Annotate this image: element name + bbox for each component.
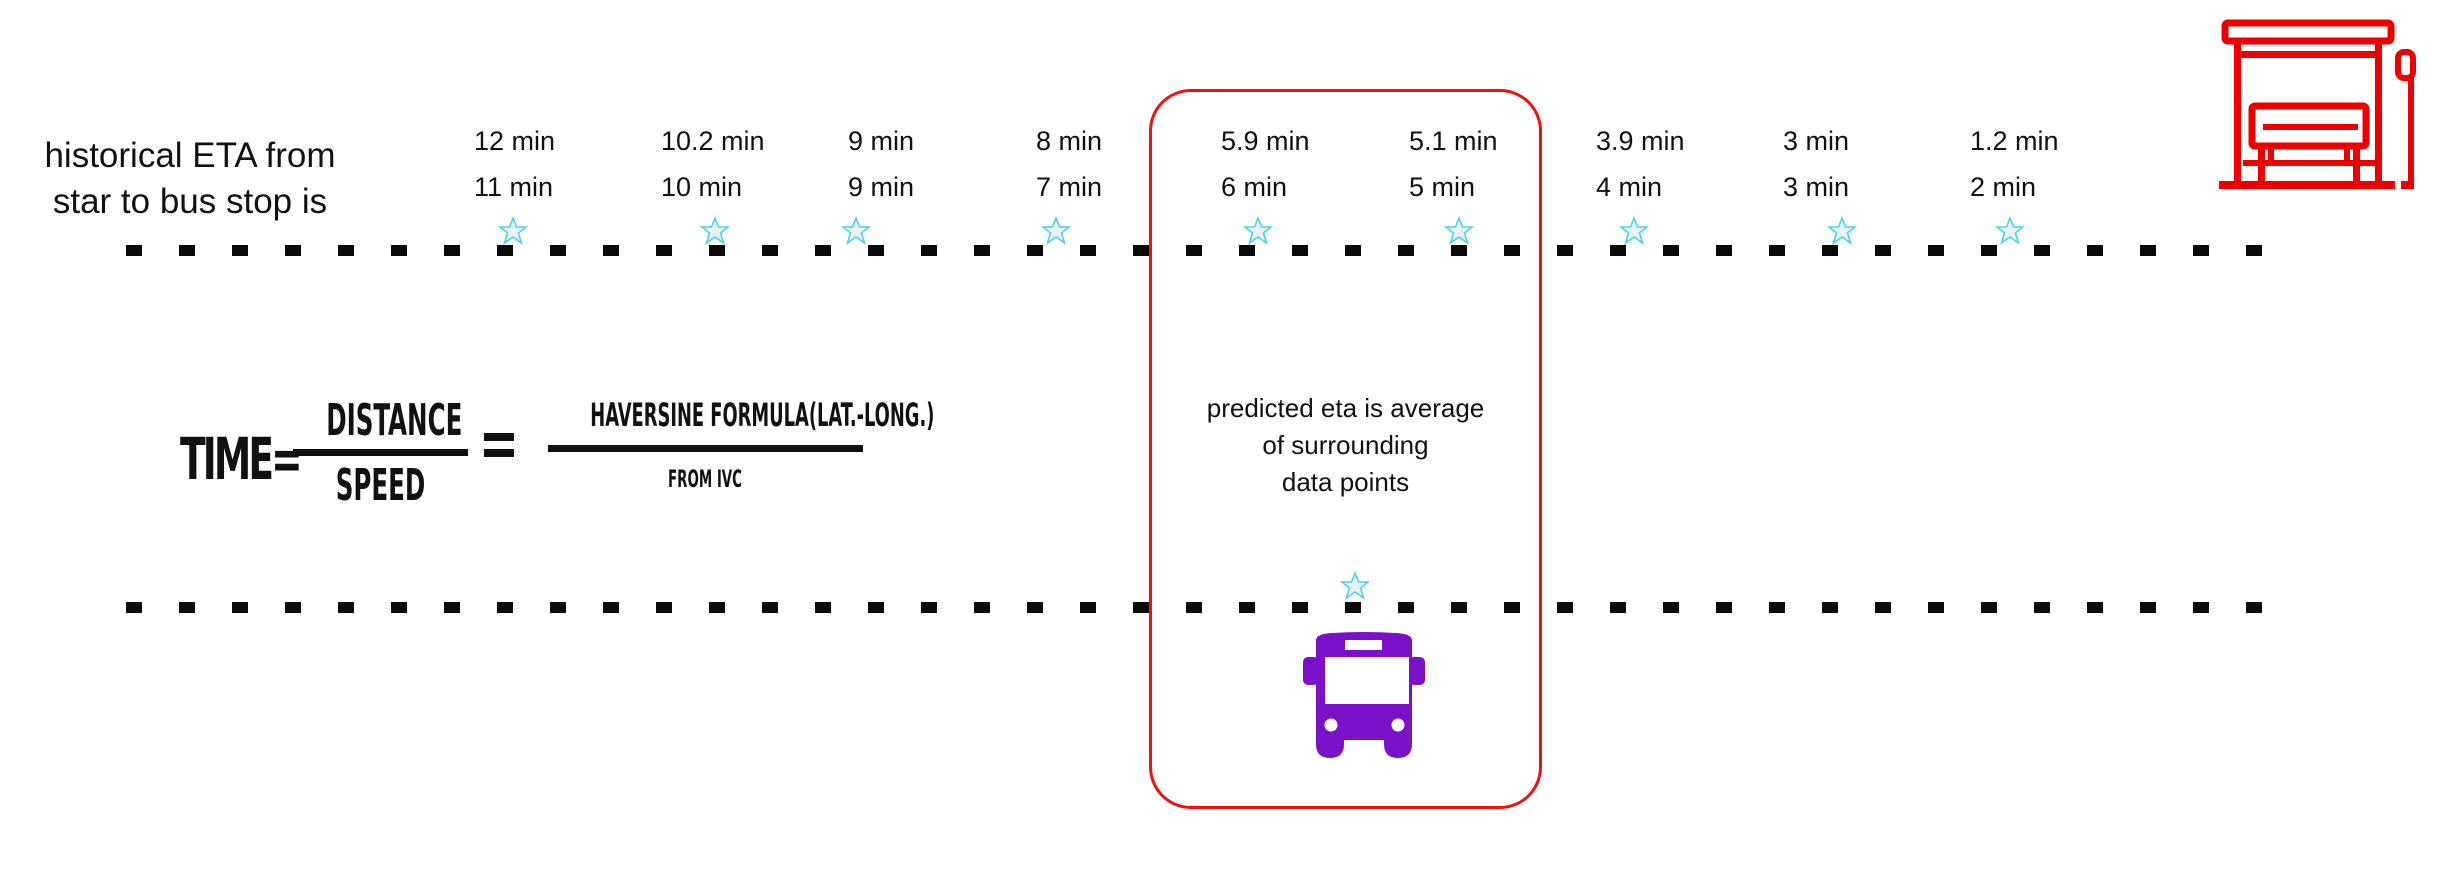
star-icon xyxy=(841,216,871,245)
formula-rhs-denominator: FROM IVC xyxy=(668,465,742,493)
star-icon xyxy=(498,216,528,245)
intro-text: historical ETA from star to bus stop is xyxy=(20,133,360,225)
star-icon xyxy=(700,216,730,245)
star-icon xyxy=(1995,216,2025,245)
fraction-bar xyxy=(293,449,468,456)
star-icon xyxy=(1041,216,1071,245)
note-line-1: predicted eta is average xyxy=(1206,393,1485,423)
eta-recorded: 1.2 min xyxy=(1970,126,2059,156)
eta-point: 9 min 9 min xyxy=(848,118,1028,210)
bus-stop-icon xyxy=(2219,19,2416,189)
eta-recorded: 12 min xyxy=(474,126,556,156)
eta-rounded: 9 min xyxy=(848,172,915,202)
prediction-note: predicted eta is average of surrounding … xyxy=(1149,390,1542,501)
eta-recorded: 9 min xyxy=(848,126,915,156)
star-icon xyxy=(1340,571,1370,600)
eta-rounded: 2 min xyxy=(1970,172,2037,202)
equals-sign xyxy=(484,433,514,463)
formula-rhs-numerator: HAVERSINE FORMULA(LAT.-LONG.) xyxy=(590,396,935,434)
eta-rounded: 11 min xyxy=(474,172,554,202)
star-icon xyxy=(1619,216,1649,245)
formula-lhs: TIME= xyxy=(180,425,303,493)
eta-recorded: 10.2 min xyxy=(661,126,765,156)
formula-denominator: SPEED xyxy=(335,460,426,511)
note-line-2: of surrounding xyxy=(1262,430,1429,460)
star-icon xyxy=(1827,216,1857,245)
note-line-3: data points xyxy=(1281,467,1410,497)
eta-rounded: 4 min xyxy=(1596,172,1663,202)
eta-recorded: 3 min xyxy=(1783,126,1850,156)
eta-point: 10.2 min 10 min xyxy=(661,118,841,210)
eta-point: 1.2 min 2 min xyxy=(1970,118,2150,210)
formula-fraction: DISTANCE SPEED xyxy=(293,395,468,512)
formula-numerator: DISTANCE xyxy=(326,395,463,446)
eta-point: 3 min 3 min xyxy=(1783,118,1963,210)
eta-recorded: 3.9 min xyxy=(1596,126,1685,156)
eta-rounded: 3 min xyxy=(1783,172,1850,202)
formula-rhs-fraction: HAVERSINE FORMULA(LAT.-LONG.) FROM IVC xyxy=(520,395,935,493)
fraction-bar xyxy=(547,445,863,452)
intro-line-1: historical ETA from xyxy=(44,136,336,175)
eta-point: 12 min 11 min xyxy=(474,118,654,210)
bus-icon xyxy=(1303,632,1425,758)
intro-line-2: star to bus stop is xyxy=(52,182,328,221)
eta-rounded: 10 min xyxy=(661,172,743,202)
eta-point: 3.9 min 4 min xyxy=(1596,118,1776,210)
